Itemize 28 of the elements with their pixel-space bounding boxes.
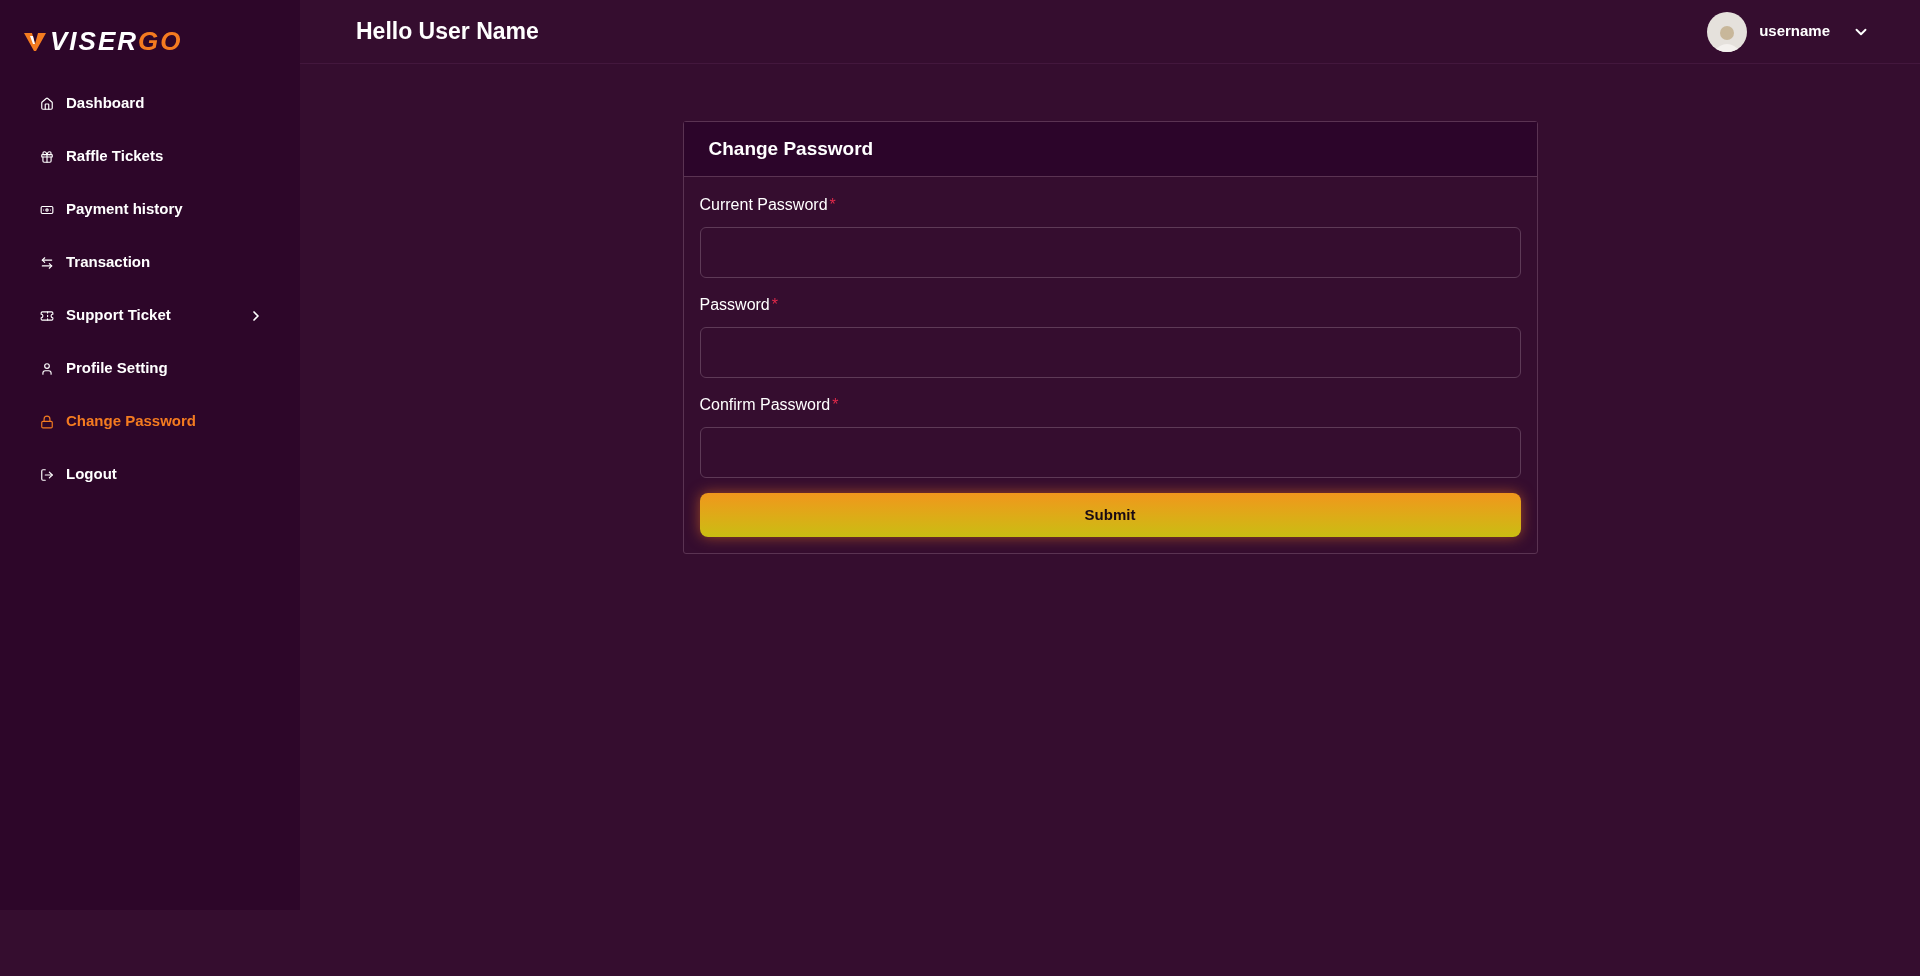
- sidebar-item[interactable]: Profile Setting: [0, 342, 300, 395]
- logo-mark-icon: [24, 31, 46, 52]
- field-label: Confirm Password*: [699, 395, 840, 415]
- arrows-icon: [40, 255, 54, 270]
- sidebar-item[interactable]: Payment history: [0, 183, 300, 236]
- sidebar-item[interactable]: Raffle Tickets: [0, 130, 300, 183]
- home-icon: [40, 96, 54, 111]
- field-label: Password*: [699, 295, 779, 315]
- lock-icon: [40, 414, 54, 429]
- password-field[interactable]: [699, 227, 1521, 278]
- greeting: Hello User Name: [356, 17, 540, 47]
- password-field[interactable]: [699, 427, 1521, 478]
- ticket-icon: [40, 308, 54, 323]
- user-icon: [40, 361, 54, 376]
- sidebar-item[interactable]: Logout: [0, 448, 300, 501]
- sidebar-item[interactable]: Transaction: [0, 236, 300, 289]
- user-menu[interactable]: username: [1707, 11, 1870, 52]
- gift-icon: [40, 149, 54, 164]
- card-title: Change Password: [708, 136, 874, 161]
- password-field[interactable]: [699, 327, 1521, 378]
- avatar: [1707, 11, 1748, 52]
- logout-icon: [40, 467, 54, 482]
- sidebar-item[interactable]: Support Ticket: [0, 289, 300, 342]
- sidebar-item[interactable]: Change Password: [0, 395, 300, 448]
- field-label: Current Password*: [699, 195, 837, 215]
- submit-button[interactable]: Submit: [699, 493, 1521, 537]
- logo-text: VISERGO: [50, 25, 183, 58]
- sidebar-item[interactable]: Dashboard: [0, 77, 300, 130]
